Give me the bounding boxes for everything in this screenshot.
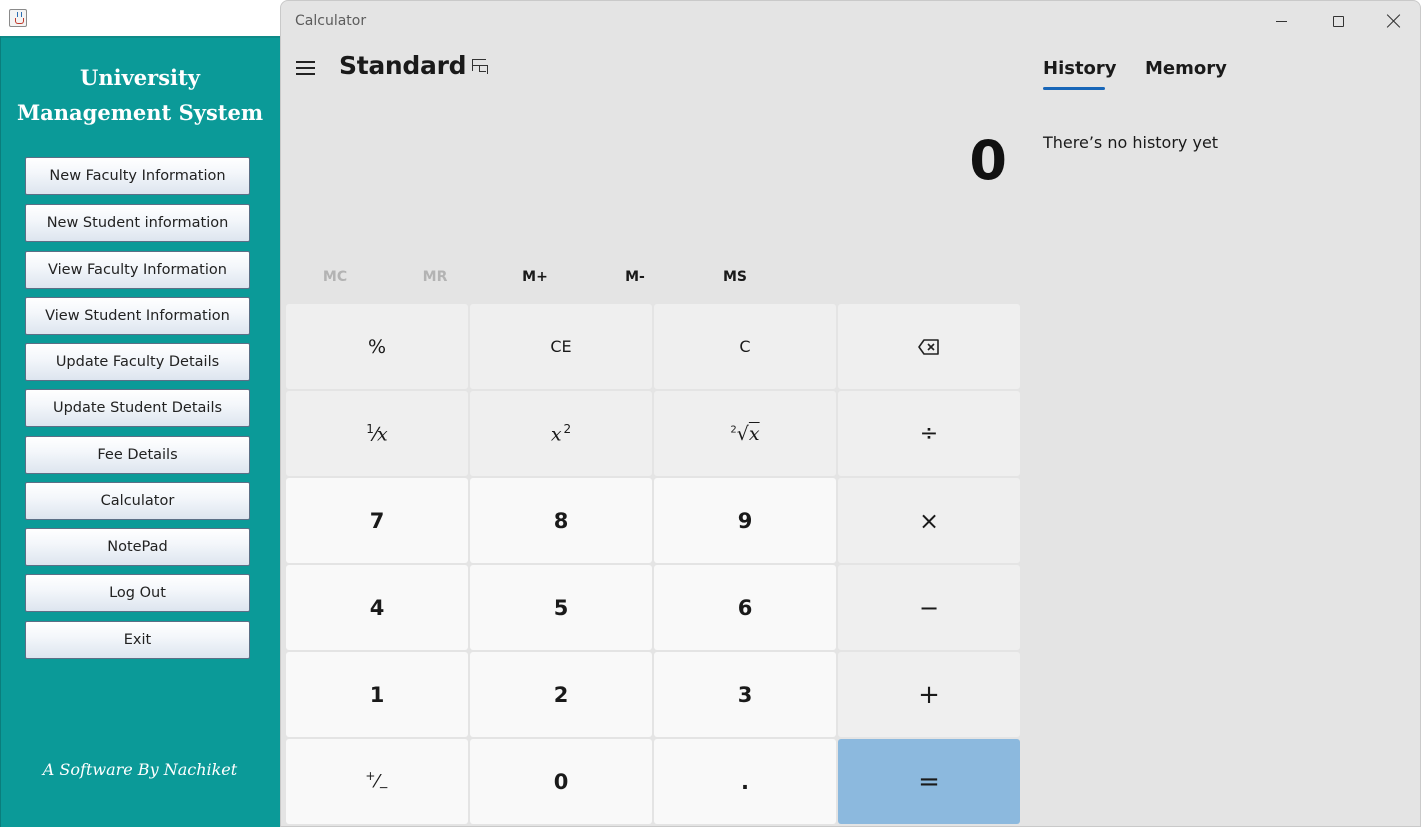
maximize-icon — [1332, 15, 1344, 27]
memory-recall-button[interactable]: MR — [385, 263, 485, 291]
reciprocal-button[interactable]: 1⁄x — [286, 391, 468, 476]
history-empty-message: There’s no history yet — [1043, 133, 1219, 152]
digit-8-button[interactable]: 8 — [470, 478, 652, 563]
app-title: University Management System — [1, 60, 279, 130]
update-student-details-button[interactable]: Update Student Details — [25, 389, 250, 427]
digit-0-button[interactable]: 0 — [470, 739, 652, 824]
mode-title: Standard — [339, 51, 467, 80]
square-root-label: 2√x — [730, 422, 760, 445]
memory-add-button[interactable]: M+ — [485, 263, 585, 291]
active-tab-indicator — [1043, 87, 1105, 90]
close-icon — [1387, 14, 1401, 28]
equals-button[interactable]: = — [838, 739, 1020, 824]
divide-button[interactable]: ÷ — [838, 391, 1020, 476]
add-button[interactable]: + — [838, 652, 1020, 737]
subtract-button[interactable]: − — [838, 565, 1020, 650]
minimize-button[interactable] — [1253, 5, 1309, 37]
fee-details-button[interactable]: Fee Details — [25, 436, 250, 474]
maximize-button[interactable] — [1310, 5, 1366, 37]
backspace-icon — [918, 338, 939, 355]
digit-2-button[interactable]: 2 — [470, 652, 652, 737]
minimize-icon — [1275, 20, 1287, 22]
new-faculty-information-button[interactable]: New Faculty Information — [25, 157, 250, 195]
negate-button[interactable]: +⁄− — [286, 739, 468, 824]
keep-on-top-button[interactable] — [469, 57, 491, 77]
calculator-button[interactable]: Calculator — [25, 482, 250, 520]
square-button[interactable]: x2 — [470, 391, 652, 476]
backspace-button[interactable] — [838, 304, 1020, 389]
app-title-line2: Management System — [16, 100, 264, 125]
new-student-information-button[interactable]: New Student information — [25, 204, 250, 242]
calculator-window: Calculator Standard 0 MC MR M+ M- MS % C… — [280, 0, 1421, 827]
digit-1-button[interactable]: 1 — [286, 652, 468, 737]
digit-3-button[interactable]: 3 — [654, 652, 836, 737]
view-faculty-information-button[interactable]: View Faculty Information — [25, 251, 250, 289]
multiply-button[interactable]: × — [838, 478, 1020, 563]
clear-button[interactable]: C — [654, 304, 836, 389]
memory-clear-button[interactable]: MC — [285, 263, 385, 291]
credit-text: A Software By Nachiket — [42, 760, 238, 779]
navigation-menu-button[interactable] — [293, 56, 319, 80]
digit-7-button[interactable]: 7 — [286, 478, 468, 563]
memory-subtract-button[interactable]: M- — [585, 263, 685, 291]
memory-store-button[interactable]: MS — [685, 263, 785, 291]
log-out-button[interactable]: Log Out — [25, 574, 250, 612]
sidebar: University Management System New Faculty… — [0, 36, 282, 827]
square-root-button[interactable]: 2√x — [654, 391, 836, 476]
app-title-line1: University — [80, 65, 200, 90]
decimal-button[interactable]: . — [654, 739, 836, 824]
java-window-titlebar — [0, 0, 281, 36]
exit-button[interactable]: Exit — [25, 621, 250, 659]
notepad-button[interactable]: NotePad — [25, 528, 250, 566]
hamburger-icon — [296, 61, 315, 63]
update-faculty-details-button[interactable]: Update Faculty Details — [25, 343, 250, 381]
digit-5-button[interactable]: 5 — [470, 565, 652, 650]
digit-9-button[interactable]: 9 — [654, 478, 836, 563]
clear-entry-button[interactable]: CE — [470, 304, 652, 389]
negate-label: +⁄− — [365, 768, 389, 795]
digit-4-button[interactable]: 4 — [286, 565, 468, 650]
result-display: 0 — [969, 129, 1007, 192]
reciprocal-label: 1⁄x — [366, 421, 388, 446]
tab-memory[interactable]: Memory — [1145, 58, 1227, 79]
square-label: x2 — [550, 421, 572, 446]
view-student-information-button[interactable]: View Student Information — [25, 297, 250, 335]
percent-button[interactable]: % — [286, 304, 468, 389]
close-button[interactable] — [1366, 5, 1421, 37]
window-title: Calculator — [295, 13, 367, 29]
tab-history[interactable]: History — [1043, 58, 1117, 79]
digit-6-button[interactable]: 6 — [654, 565, 836, 650]
java-app-icon — [9, 9, 27, 27]
